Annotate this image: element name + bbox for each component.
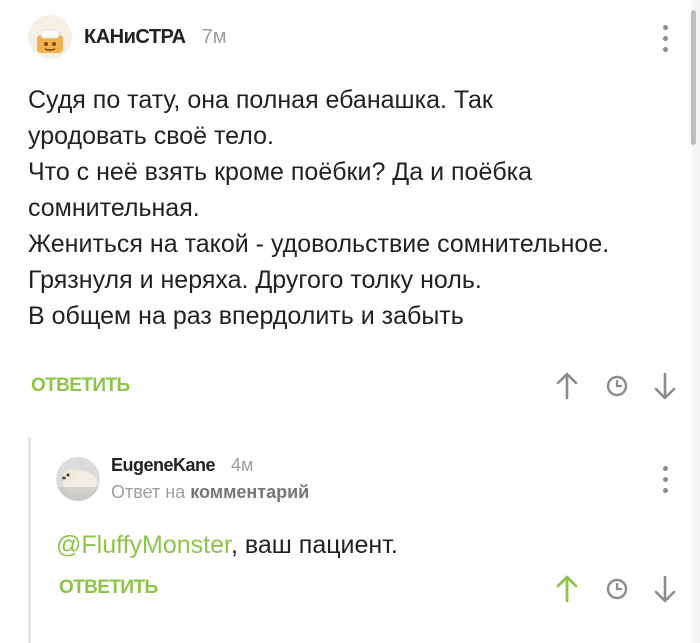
more-vertical-icon[interactable] — [661, 25, 669, 52]
reply-body: @FluffyMonster, ваш пациент. — [56, 527, 398, 563]
reply-actions — [553, 574, 679, 604]
reply-text: , ваш пациент. — [230, 531, 398, 559]
reply-to-prefix: Ответ на — [111, 482, 186, 502]
comment-line: В общем на раз впердолить и забыть — [28, 302, 464, 330]
arrow-up-icon[interactable] — [553, 574, 581, 604]
comment-line: Грязнуля и неряха. Другого толку ноль. — [28, 266, 482, 294]
reply-author[interactable]: EugeneKane — [111, 455, 216, 476]
comment-line: Жениться на такой - удовольствие сомните… — [28, 230, 610, 258]
reply-header: EugeneKane 4м Ответ на комментарий — [56, 455, 309, 503]
comment-header: КАНиСТРА 7м — [28, 15, 226, 59]
comment-line: Судя по тату, она полная ебанашка. Так — [28, 86, 493, 114]
comment-body: Судя по тату, она полная ебанашка. Так у… — [28, 82, 609, 334]
clock-icon[interactable] — [603, 574, 631, 604]
arrow-up-icon[interactable] — [553, 371, 581, 401]
page: КАНиСТРА 7м Судя по тату, она полная еба… — [0, 0, 700, 643]
reply-time: 4м — [231, 455, 254, 475]
comment-line: Что с неё взять кроме поёбки? Да и поёбк… — [28, 158, 533, 186]
avatar[interactable] — [56, 457, 100, 501]
comment-time: 7м — [201, 25, 227, 48]
arrow-down-icon[interactable] — [651, 371, 679, 401]
arrow-down-icon[interactable] — [651, 574, 679, 604]
comment-line: уродовать своё тело. — [28, 122, 274, 150]
clock-icon[interactable] — [603, 371, 631, 401]
comment-line: сомнительная. — [28, 194, 200, 222]
mention-link[interactable]: @FluffyMonster — [56, 531, 231, 559]
scrollbar-thumb[interactable] — [691, 10, 696, 145]
reply-meta: EugeneKane 4м Ответ на комментарий — [111, 455, 309, 503]
comment-actions — [553, 371, 679, 401]
reply-button[interactable]: ОТВЕТИТЬ — [31, 375, 130, 397]
comment-author[interactable]: КАНиСТРА — [84, 26, 186, 49]
reply-button[interactable]: ОТВЕТИТЬ — [59, 577, 158, 599]
thread-line — [28, 437, 31, 643]
avatar[interactable] — [28, 15, 72, 59]
reply-to-info: Ответ на комментарий — [111, 482, 309, 503]
more-vertical-icon[interactable] — [661, 466, 669, 493]
reply-to-link[interactable]: комментарий — [190, 482, 309, 502]
